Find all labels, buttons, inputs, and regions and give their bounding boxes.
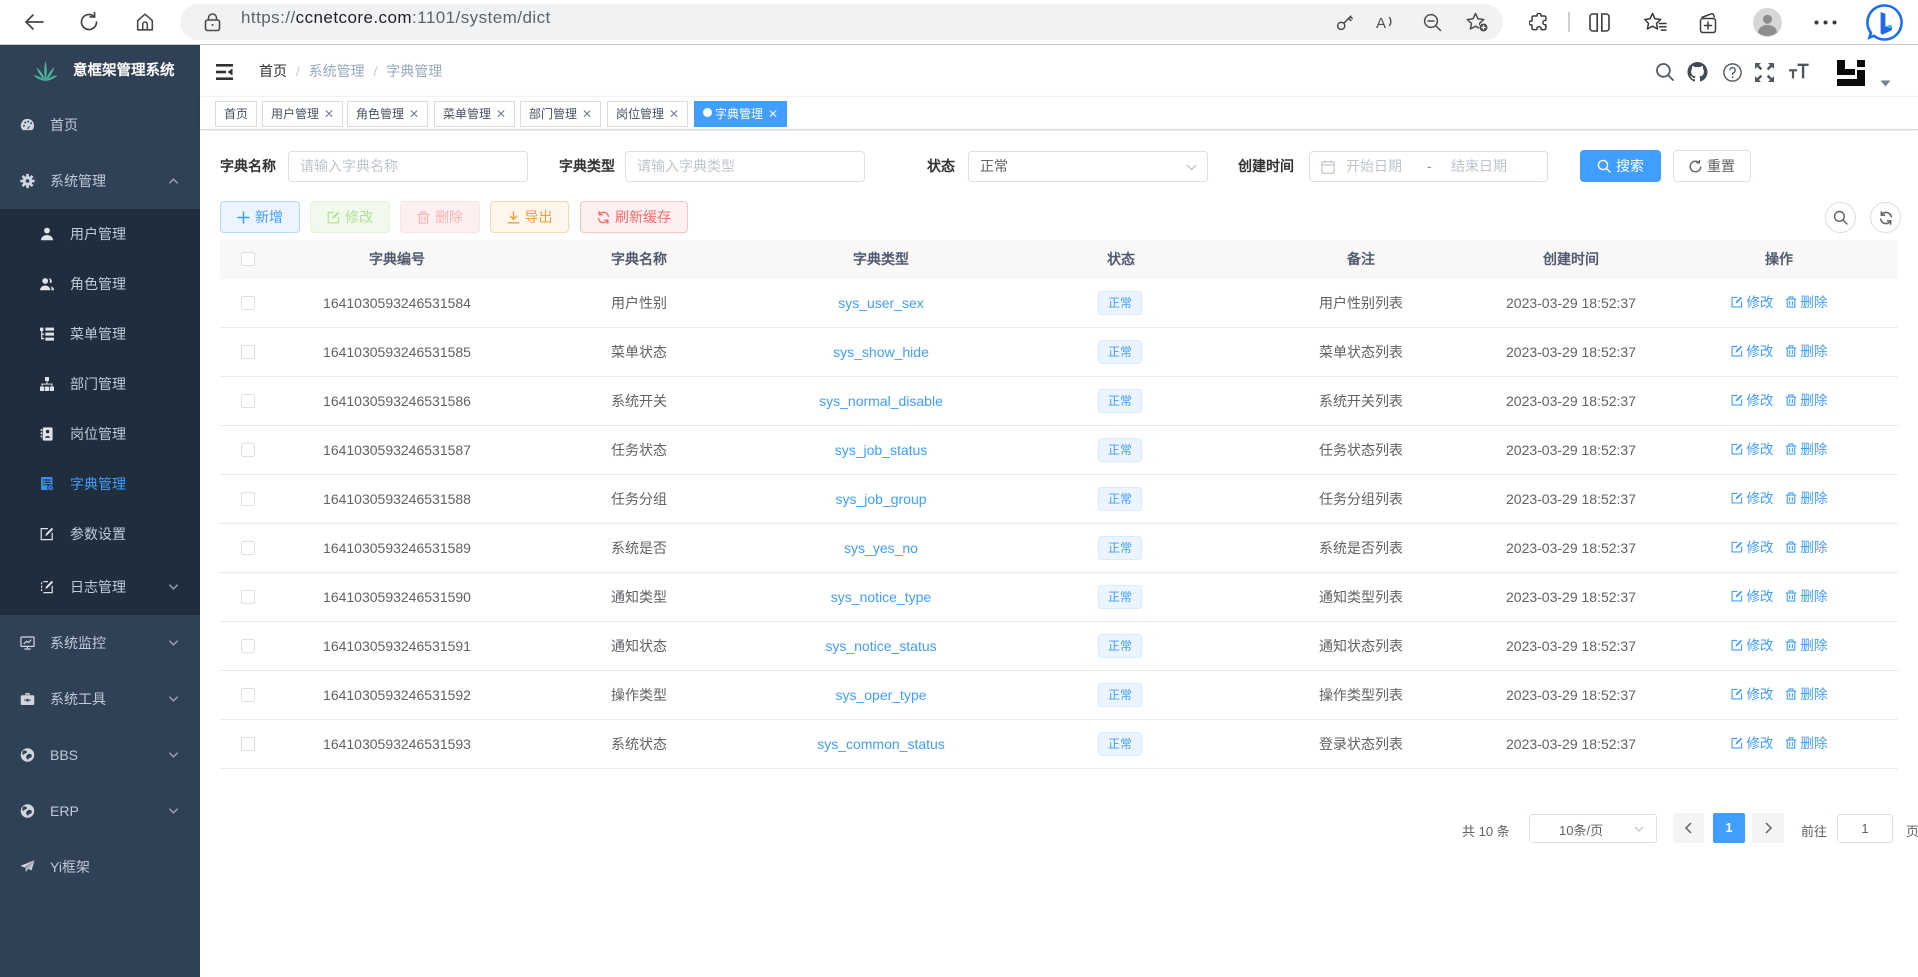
svg-text:A: A bbox=[1376, 15, 1386, 32]
